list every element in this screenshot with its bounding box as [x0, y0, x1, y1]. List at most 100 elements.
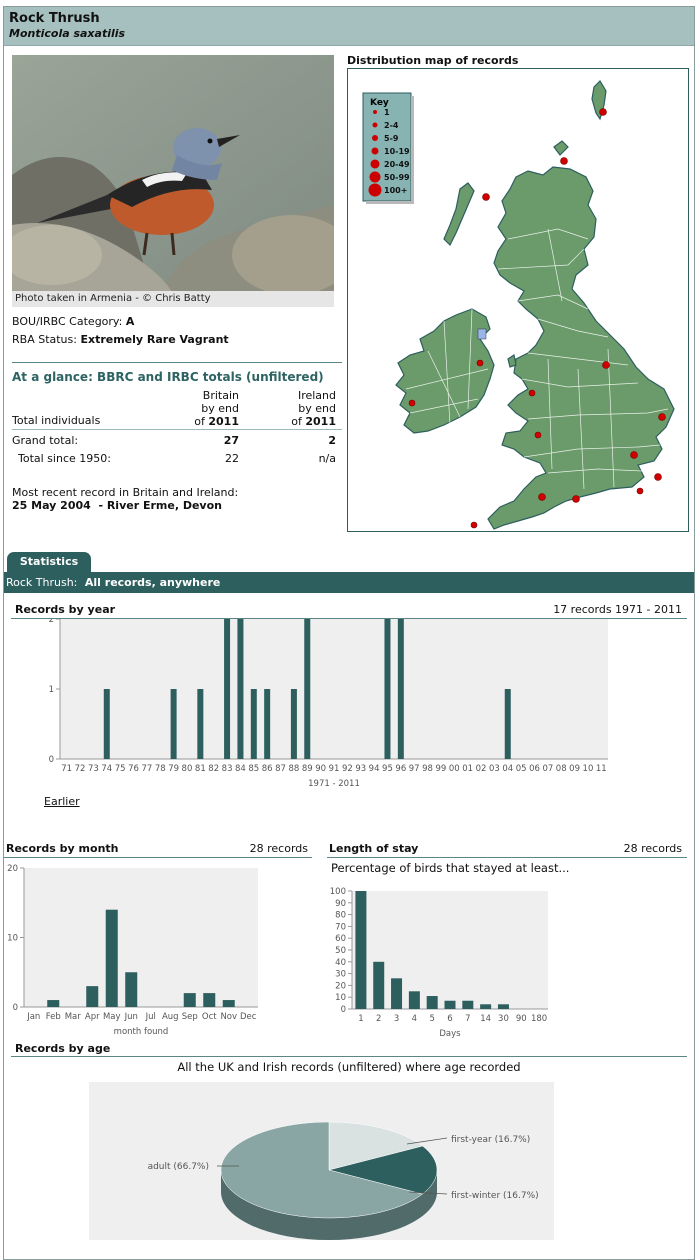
- y-tick-label: 20: [7, 864, 18, 874]
- year-chart-title: Records by year: [15, 603, 116, 616]
- tab-statistics[interactable]: Statistics: [7, 552, 91, 572]
- rba-status: RBA Status: Extremely Rare Vagrant: [12, 333, 229, 346]
- bar: [250, 689, 257, 759]
- since-1950-ireland: n/a: [318, 452, 336, 465]
- britain-column-header: Britain by end of 2011: [184, 389, 239, 428]
- x-tick-label: Apr: [85, 1012, 100, 1022]
- y-tick-label: 50: [335, 946, 346, 956]
- divider: [327, 857, 687, 858]
- pie-label: first-year (16.7%): [451, 1135, 530, 1145]
- x-tick-label: Aug: [162, 1012, 179, 1022]
- stay-chart-summary: 28 records: [623, 842, 682, 855]
- key-label: 20-49: [384, 160, 410, 169]
- bar: [224, 619, 231, 759]
- distribution-map: Key 1 2-4 5-9 10-19 20-49 50-99 100+: [347, 68, 689, 532]
- y-tick-label: 20: [335, 981, 346, 991]
- scientific-name: Monticola saxatilis: [9, 27, 126, 40]
- species-page: Rock Thrush Monticola saxatilis Photo ta…: [3, 6, 695, 1260]
- y-tick-label: 10: [7, 934, 18, 944]
- age-chart-subtitle: All the UK and Irish records (unfiltered…: [177, 1060, 521, 1074]
- age-chart-title: Records by age: [15, 1042, 111, 1055]
- x-tick-label: 97: [409, 764, 420, 774]
- y-tick-label: 100: [330, 887, 346, 897]
- y-tick-label: 0: [49, 755, 54, 765]
- key-dot-icon: [373, 110, 377, 114]
- x-tick-label: 74: [101, 764, 112, 774]
- bar: [47, 1000, 60, 1007]
- bar: [197, 689, 204, 759]
- bar: [355, 891, 367, 1009]
- since-1950-britain: 22: [225, 452, 239, 465]
- y-tick-label: 10: [335, 993, 346, 1003]
- x-tick-label: May: [103, 1012, 121, 1022]
- earlier-link[interactable]: Earlier: [44, 795, 80, 808]
- divider: [12, 362, 342, 363]
- key-label: 100+: [384, 186, 407, 195]
- y-tick-label: 80: [335, 911, 346, 921]
- bar: [391, 978, 403, 1009]
- month-chart-title: Records by month: [6, 842, 119, 855]
- bar: [504, 689, 511, 759]
- x-tick-label: 81: [195, 764, 206, 774]
- bar: [444, 1000, 456, 1009]
- bar: [408, 991, 420, 1009]
- x-tick-label: 06: [529, 764, 540, 774]
- x-tick-label: 01: [462, 764, 473, 774]
- x-tick-label: 86: [262, 764, 273, 774]
- x-tick-label: 93: [355, 764, 366, 774]
- britain-header-line: by end: [201, 402, 239, 415]
- x-tick-label: 09: [569, 764, 580, 774]
- x-tick-label: 85: [248, 764, 259, 774]
- x-tick-label: 71: [61, 764, 72, 774]
- x-tick-label: 89: [302, 764, 313, 774]
- stats-scope: All records, anywhere: [84, 576, 221, 589]
- pie-label: adult (66.7%): [148, 1162, 209, 1172]
- x-tick-label: 95: [382, 764, 393, 774]
- key-dot-icon: [372, 122, 378, 128]
- y-tick-label: 0: [341, 1005, 346, 1015]
- bar: [170, 689, 177, 759]
- bar: [237, 619, 244, 759]
- bar: [203, 993, 216, 1007]
- x-tick-label: 80: [182, 764, 193, 774]
- x-tick-label: 82: [208, 764, 219, 774]
- bar: [480, 1004, 492, 1009]
- y-tick-label: 0: [13, 1003, 18, 1013]
- ireland-column-header: Ireland by end of 2011: [274, 389, 336, 428]
- rba-status-value: Extremely Rare Vagrant: [80, 333, 229, 346]
- key-dot-icon: [368, 183, 382, 197]
- y-tick-label: 90: [335, 899, 346, 909]
- x-tick-label: Feb: [46, 1012, 61, 1022]
- grand-total-britain: 27: [223, 434, 239, 447]
- x-tick-label: 10: [583, 764, 594, 774]
- x-tick-label: 02: [476, 764, 487, 774]
- y-tick-label: 1: [49, 685, 54, 695]
- key-label: 10-19: [384, 147, 410, 156]
- x-tick-label: 96: [395, 764, 406, 774]
- key-dot-icon: [372, 135, 378, 141]
- total-individuals-label: Total individuals: [12, 414, 101, 427]
- grand-total-label: Grand total:: [12, 434, 79, 447]
- x-tick-label: 6: [447, 1014, 452, 1024]
- x-tick-label: 91: [329, 764, 340, 774]
- stay-chart-subtitle: Percentage of birds that stayed at least…: [331, 861, 570, 875]
- recent-record-value: 25 May 2004 - River Erme, Devon: [12, 499, 222, 512]
- x-tick-label: 2: [376, 1014, 381, 1024]
- x-tick-label: 90: [516, 1014, 527, 1024]
- key-label: 2-4: [384, 121, 399, 130]
- bar: [264, 689, 271, 759]
- plot-area: [24, 868, 258, 1007]
- x-tick-label: Sep: [182, 1012, 198, 1022]
- x-tick-label: 88: [288, 764, 299, 774]
- x-tick-label: Oct: [202, 1012, 217, 1022]
- x-tick-label: 7: [465, 1014, 470, 1024]
- bar: [86, 986, 99, 1007]
- x-tick-label: 83: [222, 764, 233, 774]
- x-tick-label: 07: [542, 764, 553, 774]
- bird-photo: [12, 55, 334, 292]
- bar: [462, 1000, 474, 1009]
- stats-scope-bar: Rock Thrush: All records, anywhere: [4, 572, 694, 593]
- x-tick-label: 84: [235, 764, 246, 774]
- x-tick-label: 1: [358, 1014, 363, 1024]
- age-chart: adult (66.7%) first-year (16.7%) first-win…: [89, 1082, 554, 1240]
